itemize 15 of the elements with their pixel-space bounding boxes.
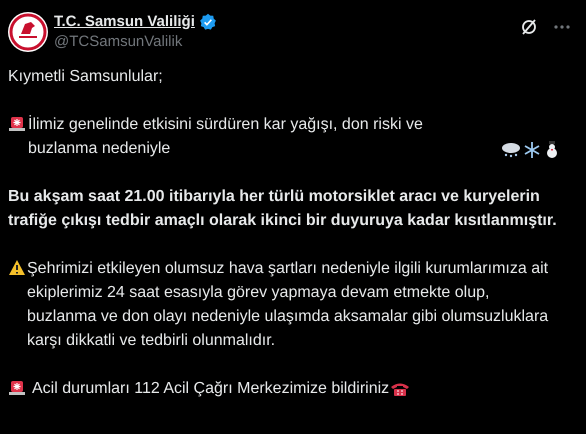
- snowflake-icon: [523, 141, 541, 159]
- siren-icon: [8, 378, 26, 396]
- more-options-icon[interactable]: [554, 25, 570, 29]
- tweet-paragraph: Kıymetli Samsunlular;: [8, 67, 164, 87]
- tweet-paragraph: Bu akşam saat 21.00 itibarıyla her türlü motorsiklet aracı ve kuryelerin trafiğe çıkışı tedbir amaçlı olarak ikinci bir duyuruya kadar kısıtlanmıştır.: [8, 187, 558, 231]
- warning-icon: [8, 259, 26, 276]
- snow-cloud-icon: [501, 141, 521, 159]
- tweet-paragraph: Acil durumları 112 Acil Çağrı Merkezimize bildiriniz: [32, 379, 390, 399]
- account-name[interactable]: T.C. Samsun Valiliği: [54, 12, 195, 32]
- account-handle[interactable]: @TCSamsunValilik: [54, 32, 217, 52]
- siren-icon: [8, 114, 26, 132]
- telephone-icon: [390, 381, 410, 397]
- logo-avatar[interactable]: [8, 12, 48, 52]
- tweet-paragraph: Şehrimizi etkileyen olumsuz hava şartları nedeniyle ilgili kurumlarımıza ait ekiplerimiz 24 saat esasıyla görev yapmaya devam etmekte olup, buzlanma ve don olayı nedeniyle ulaşımda aksamalar gibi olumsuzluklara karşı dikkatli ve tedbirli olunmalıdır.: [27, 259, 550, 351]
- tweet-paragraph: İlimiz genelinde etkisini sürdüren kar yağışı, don riski ve buzlanma nedeniyle: [28, 114, 424, 159]
